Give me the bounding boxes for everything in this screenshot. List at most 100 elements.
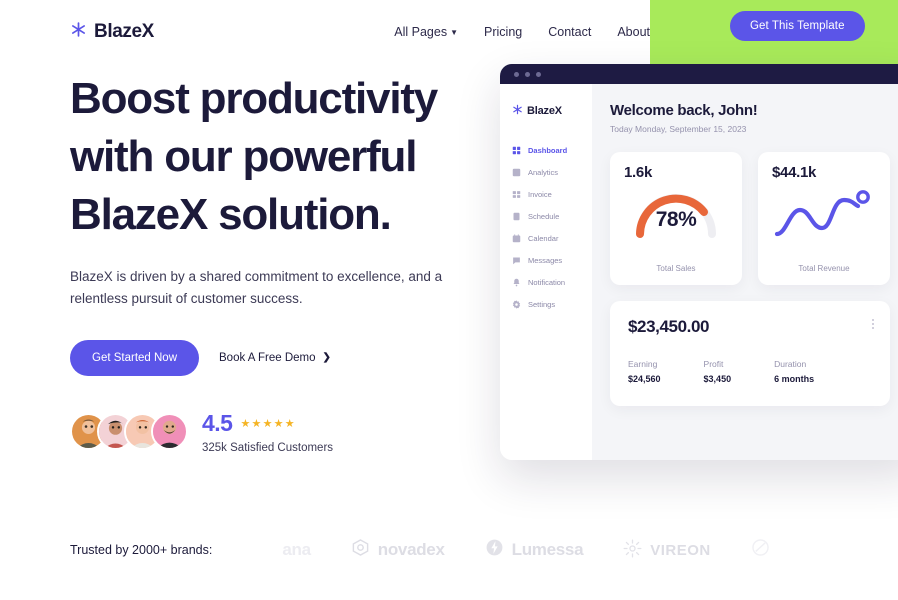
dashboard-brand-name: BlazeX [527, 105, 562, 117]
brand-logo-ana: ana [282, 540, 311, 560]
rating-section: 4.5 ★★★★★ 325k Satisfied Customers [70, 410, 490, 454]
stat-label: Total Revenue [798, 264, 850, 273]
sunburst-icon [623, 539, 642, 562]
rating-score: 4.5 [202, 409, 233, 436]
metric-value: $3,450 [703, 374, 732, 384]
hexagon-icon [351, 538, 370, 562]
metric-label: Profit [703, 359, 724, 369]
sidebar-item-label: Notification [528, 278, 566, 287]
brand-logo-lumessa: Lumessa [485, 538, 584, 562]
avatar-group [70, 413, 188, 451]
sidebar-item-label: Calendar [528, 234, 559, 243]
circle-slash-icon [751, 538, 770, 562]
stat-value: 1.6k [624, 164, 652, 181]
get-started-button[interactable]: Get Started Now [70, 339, 200, 376]
stat-card-total-sales[interactable]: 1.6k 78% Total Sales [610, 152, 742, 285]
metric-value: 6 months [774, 374, 815, 384]
brand-name: BlazeX [94, 21, 154, 42]
window-dot-icon [536, 71, 541, 77]
window-dot-icon [525, 71, 530, 77]
stat-label: Total Sales [656, 264, 696, 273]
invoice-icon [512, 190, 521, 199]
calendar-icon [512, 234, 521, 243]
trusted-brands-strip: Trusted by 2000+ brands: ana novadex Lum… [0, 525, 898, 575]
nav-item-pricing[interactable]: Pricing [484, 25, 522, 39]
rating-caption: 325k Satisfied Customers [202, 441, 334, 454]
dashboard-main: Welcome back, John! Today Monday, Septem… [592, 84, 898, 460]
nav-item-about[interactable]: About [617, 25, 650, 39]
book-demo-label: Book A Free Demo [219, 351, 316, 364]
sidebar-item-settings[interactable]: Settings [512, 300, 592, 309]
asterisk-icon [70, 21, 87, 43]
metric-label: Earning [628, 359, 658, 369]
rating-top: 4.5 ★★★★★ [202, 410, 333, 437]
brand-logo-list: ana novadex Lumessa VIREON [282, 538, 777, 562]
sidebar-item-analytics[interactable]: Analytics [512, 168, 592, 177]
window-dot-icon [514, 71, 519, 77]
sidebar-item-messages[interactable]: Messages [512, 256, 592, 265]
stat-card-total-revenue[interactable]: $44.1k Total Revenue [758, 152, 890, 285]
trusted-brands-label: Trusted by 2000+ brands: [70, 543, 213, 557]
metric-label: Duration [774, 359, 807, 369]
hero-section: Boost productivity with our powerful Bla… [70, 70, 490, 454]
dashboard-sidebar: BlazeX Dashboard Analytics Invoice Sched… [500, 84, 592, 460]
sidebar-item-notification[interactable]: Notification [512, 278, 592, 287]
sidebar-item-label: Messages [528, 256, 563, 265]
window-titlebar [500, 64, 898, 84]
promo-banner: Get This Template [650, 0, 898, 64]
schedule-icon [512, 212, 521, 221]
brand-logo-vireon: VIREON [623, 539, 711, 562]
nav-links: All Pages ▼ Pricing Contact About [324, 25, 650, 39]
line-chart [758, 182, 890, 244]
message-icon [512, 256, 521, 265]
brand-logo-novadex: novadex [351, 538, 445, 562]
metric-duration: Duration 6 months [774, 359, 814, 384]
sidebar-item-calendar[interactable]: Calendar [512, 234, 592, 243]
chevron-down-icon: ▼ [450, 27, 459, 37]
more-options-icon[interactable] [872, 319, 874, 329]
metric-earning: Earning $24,560 [628, 359, 661, 384]
brand-logo[interactable]: BlazeX [70, 21, 154, 43]
brand-logo-partial [751, 538, 778, 562]
sidebar-item-label: Settings [528, 300, 556, 309]
chart-icon [512, 168, 521, 177]
sidebar-item-invoice[interactable]: Invoice [512, 190, 592, 199]
sidebar-item-schedule[interactable]: Schedule [512, 212, 592, 221]
summary-card[interactable]: $23,450.00 Earning $24,560 Profit $3,450… [610, 301, 890, 406]
hero-subtitle: BlazeX is driven by a shared commitment … [70, 269, 443, 307]
nav-item-contact[interactable]: Contact [548, 25, 591, 39]
gauge-percent: 78% [655, 208, 697, 231]
welcome-date: Today Monday, September 15, 2023 [610, 124, 747, 134]
rating-info: 4.5 ★★★★★ 325k Satisfied Customers [202, 410, 333, 454]
brand-logo-label: ana [282, 540, 311, 559]
sidebar-item-label: Schedule [528, 212, 560, 221]
avatar [151, 413, 188, 451]
stat-value: $44.1k [772, 164, 817, 181]
dashboard-brand: BlazeX [512, 102, 592, 120]
hero-cta-row: Get Started Now Book A Free Demo ❯ [70, 339, 490, 376]
asterisk-icon [512, 102, 523, 120]
dashboard-preview: BlazeX Dashboard Analytics Invoice Sched… [500, 64, 898, 460]
sidebar-item-label: Invoice [528, 190, 552, 199]
nav-item-label: All Pages [394, 25, 448, 39]
page-title: Boost productivity with our powerful Bla… [70, 74, 438, 240]
brand-logo-label: novadex [377, 540, 445, 559]
get-this-template-button[interactable]: Get This Template [730, 11, 865, 41]
book-demo-button[interactable]: Book A Free Demo ❯ [219, 352, 331, 364]
chevron-right-icon: ❯ [322, 352, 331, 364]
metric-value: $24,560 [628, 374, 661, 384]
nav-item-all-pages[interactable]: All Pages ▼ [394, 25, 458, 39]
sidebar-item-dashboard[interactable]: Dashboard [512, 146, 592, 155]
brand-logo-label: Lumessa [511, 540, 584, 559]
brand-logo-label: VIREON [650, 541, 711, 559]
sidebar-item-label: Dashboard [528, 146, 568, 155]
metric-profit: Profit $3,450 [704, 359, 732, 384]
summary-metrics: Earning $24,560 Profit $3,450 Duration 6… [628, 359, 890, 384]
stat-cards: 1.6k 78% Total Sales $44.1k Total Revenu… [610, 152, 898, 285]
star-rating-icon: ★★★★★ [240, 417, 296, 430]
sidebar-item-label: Analytics [528, 168, 559, 177]
bell-icon [512, 278, 521, 287]
gear-icon [512, 300, 521, 309]
top-navigation: BlazeX All Pages ▼ Pricing Contact About [0, 0, 650, 64]
summary-total: $23,450.00 [628, 317, 710, 336]
